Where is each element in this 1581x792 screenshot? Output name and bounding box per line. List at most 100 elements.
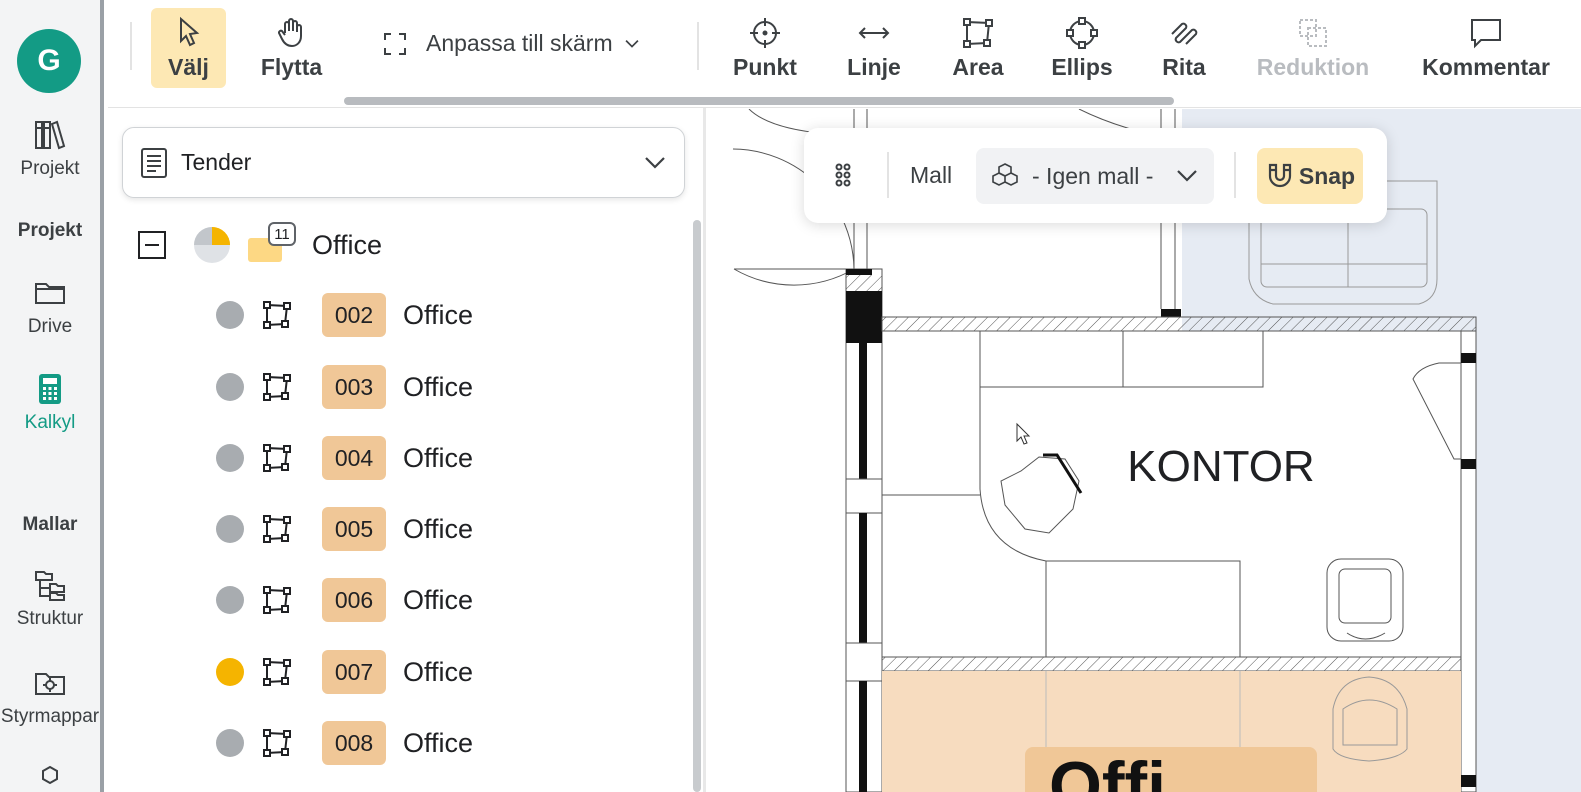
comment-icon	[1471, 18, 1501, 48]
status-dot	[216, 444, 244, 472]
cubes-icon	[42, 765, 58, 785]
rail-item-projekt[interactable]: Projekt	[0, 118, 100, 180]
status-dot	[216, 729, 244, 757]
list-item[interactable]: 004 Office	[216, 435, 676, 481]
document-icon	[141, 147, 167, 178]
tool-valj-button[interactable]: Välj	[151, 8, 226, 88]
settings-folder-icon	[35, 673, 65, 695]
item-label: Office	[403, 584, 474, 615]
item-code: 006	[322, 578, 386, 622]
snap-toggle[interactable]: Snap	[1257, 148, 1363, 204]
status-dot	[216, 373, 244, 401]
rail-label: Drive	[27, 316, 73, 337]
list-item[interactable]: 002 Office	[216, 292, 676, 338]
item-label: Office	[403, 656, 474, 687]
rail-item-kalkyl[interactable]: Kalkyl	[0, 372, 100, 434]
fit-label: Anpassa till skärm	[426, 30, 613, 56]
list-item[interactable]: 003 Office	[216, 364, 676, 410]
area-icon	[263, 444, 291, 472]
area-icon	[263, 515, 291, 543]
tool-label: Välj	[168, 53, 209, 80]
item-panel: Tender 11 Office 002 Office 003 Office 0…	[108, 108, 706, 792]
status-dot	[216, 658, 244, 686]
tool-label: Area	[952, 53, 1004, 80]
area-icon	[263, 658, 291, 686]
area-label-text: Offi	[1049, 748, 1166, 792]
item-label: Office	[403, 727, 474, 758]
drag-grid-icon[interactable]	[834, 162, 860, 188]
tool-reduktion-button[interactable]: Reduktion	[1254, 8, 1372, 88]
list-item[interactable]: 008 Office	[216, 720, 676, 766]
toolbar-divider	[1234, 152, 1236, 198]
group-row-office[interactable]: 11 Office	[138, 220, 678, 270]
list-item[interactable]: 005 Office	[216, 506, 676, 552]
collapse-icon[interactable]	[138, 231, 166, 259]
tool-label: Kommentar	[1422, 53, 1550, 80]
rail-label: Struktur	[16, 608, 84, 629]
tool-punkt-button[interactable]: Punkt	[728, 8, 802, 88]
tool-label: Punkt	[733, 53, 797, 80]
area-icon	[263, 586, 291, 614]
snap-label: Snap	[1298, 162, 1356, 189]
list-item[interactable]: 006 Office	[216, 577, 676, 623]
status-dot	[216, 515, 244, 543]
toolbar-divider	[697, 22, 699, 70]
panel-scrollbar[interactable]	[693, 220, 701, 792]
calculator-icon	[39, 374, 61, 404]
rail-item-struktur[interactable]: Struktur	[0, 568, 100, 630]
tool-label: Flytta	[260, 53, 323, 80]
line-arrows-icon	[858, 26, 890, 39]
fit-screen-icon	[384, 32, 406, 55]
rail-item-styrmappar[interactable]: Styrmappar	[0, 666, 100, 728]
area-icon	[263, 729, 291, 757]
tool-label: Rita	[1162, 53, 1206, 80]
item-label: Office	[403, 299, 474, 330]
folder-icon: 11	[248, 222, 296, 262]
toolbar: Välj Flytta Anpassa till skärm Punkt Lin…	[108, 0, 1581, 108]
progress-pie-icon	[194, 227, 230, 263]
tender-dropdown[interactable]: Tender	[122, 127, 685, 198]
rail-label: Kalkyl	[24, 412, 76, 433]
area-icon	[263, 301, 291, 329]
chevron-down-icon	[625, 39, 639, 48]
list-item[interactable]: 007 Office	[216, 649, 676, 695]
tool-rita-button[interactable]: Rita	[1156, 8, 1212, 88]
chevron-down-icon	[1177, 170, 1197, 182]
rail-label: Projekt	[20, 158, 80, 179]
item-label: Office	[403, 513, 474, 544]
rail-label: Styrmappar	[0, 706, 100, 727]
room-label: KONTOR	[1127, 442, 1314, 491]
item-code: 004	[322, 436, 386, 480]
group-label: Office	[312, 229, 383, 260]
avatar[interactable]: G	[17, 29, 81, 93]
tool-flytta-button[interactable]: Flytta	[254, 8, 329, 88]
toolbar-scrollbar[interactable]	[344, 97, 1174, 105]
mall-select[interactable]: - Igen mall -	[976, 148, 1214, 204]
tool-ellips-button[interactable]: Ellips	[1048, 8, 1116, 88]
books-icon	[35, 120, 66, 150]
rail-item-cubes[interactable]	[0, 764, 100, 792]
reduction-icon	[1299, 18, 1327, 47]
rail-section-mallar: Mallar	[22, 514, 78, 535]
tool-area-button[interactable]: Area	[946, 8, 1010, 88]
mall-value: - Igen mall -	[1032, 162, 1154, 189]
armchair-icon	[1326, 558, 1404, 642]
item-code: 003	[322, 365, 386, 409]
mall-label: Mall	[910, 162, 953, 188]
app: G Projekt Projekt Drive Kalkyl Mallar St…	[0, 0, 1581, 792]
freehand-icon	[1171, 22, 1198, 45]
rail-section-projekt: Projekt	[17, 220, 83, 241]
tool-linje-button[interactable]: Linje	[840, 8, 908, 88]
dropdown-value: Tender	[181, 149, 252, 175]
area-icon	[963, 17, 993, 48]
tool-label: Ellips	[1051, 53, 1113, 80]
tool-kommentar-button[interactable]: Kommentar	[1418, 8, 1554, 88]
floating-toolbar: Mall - Igen mall - Snap	[804, 128, 1387, 223]
area-icon	[263, 373, 291, 401]
hand-icon	[277, 17, 302, 47]
rail-item-drive[interactable]: Drive	[0, 276, 100, 338]
folder-icon	[35, 283, 65, 304]
fit-to-screen-dropdown[interactable]: Anpassa till skärm	[382, 30, 643, 57]
item-code: 008	[322, 721, 386, 765]
toolbar-divider	[887, 152, 889, 198]
